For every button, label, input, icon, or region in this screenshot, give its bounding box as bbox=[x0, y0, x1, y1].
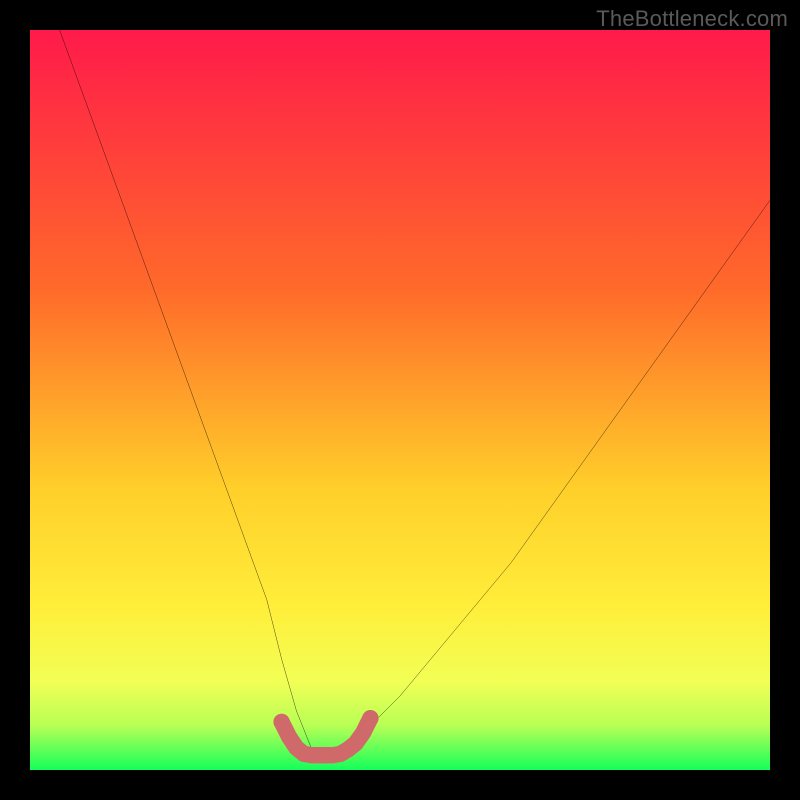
marker-dot bbox=[273, 714, 289, 730]
marker-dot bbox=[296, 746, 312, 762]
chart-svg bbox=[30, 30, 770, 770]
marker-dot bbox=[318, 747, 334, 763]
watermark-text: TheBottleneck.com bbox=[596, 6, 788, 32]
marker-dot bbox=[340, 741, 356, 757]
chart-frame: TheBottleneck.com bbox=[0, 0, 800, 800]
plot-area bbox=[30, 30, 770, 770]
gradient-background bbox=[30, 30, 770, 770]
marker-dot bbox=[362, 710, 378, 726]
